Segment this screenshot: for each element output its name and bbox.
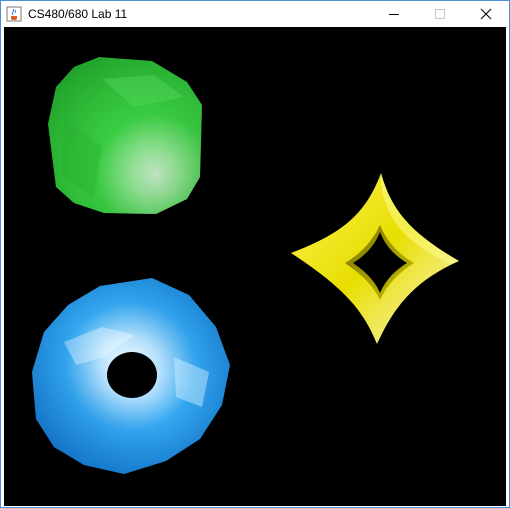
minimize-icon (389, 14, 399, 15)
window-title: CS480/680 Lab 11 (28, 7, 128, 21)
maximize-button[interactable] (417, 1, 463, 27)
close-icon (480, 8, 492, 20)
yellow-star-ring (291, 173, 459, 344)
java-cup-icon[interactable] (6, 6, 22, 22)
close-button[interactable] (463, 1, 509, 27)
minimize-button[interactable] (371, 1, 417, 27)
app-window: CS480/680 Lab 11 (0, 0, 510, 508)
blue-torus (32, 278, 230, 474)
title-bar[interactable]: CS480/680 Lab 11 (1, 1, 509, 27)
caption-buttons (371, 1, 509, 27)
maximize-icon (435, 9, 445, 19)
green-rounded-cube (48, 57, 202, 214)
render-canvas[interactable] (4, 27, 506, 506)
